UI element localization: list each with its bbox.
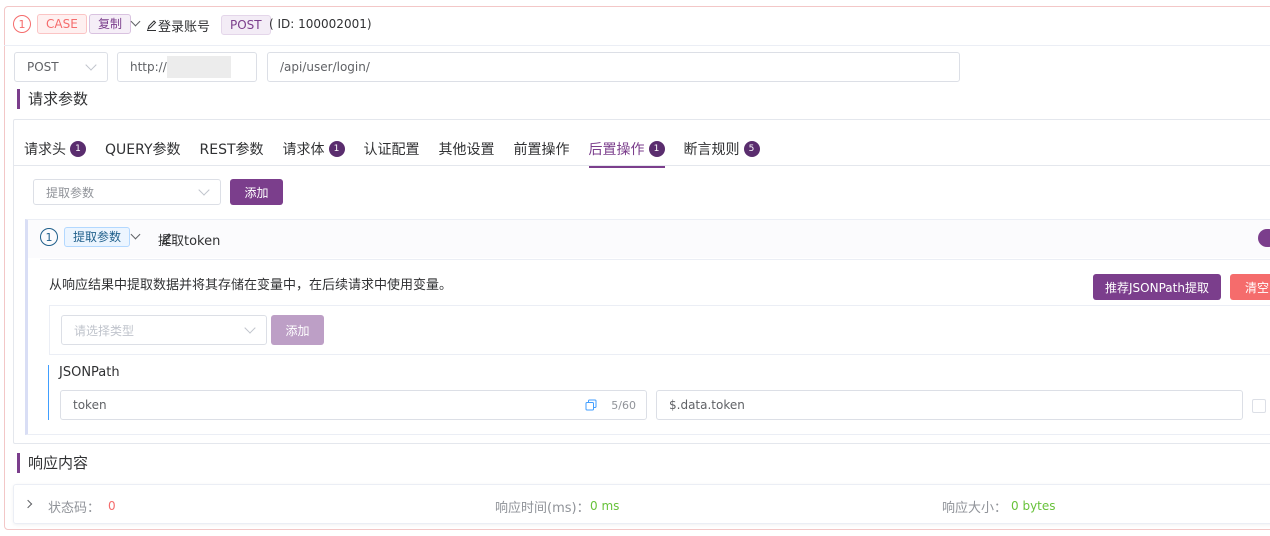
divider (40, 259, 1270, 260)
variable-name-value: token (73, 398, 107, 412)
add-extract-button[interactable]: 添加 (271, 315, 324, 345)
case-name[interactable]: 登录账号 (158, 16, 210, 35)
count-badge: 1 (648, 141, 665, 157)
tab-pre-ops[interactable]: 前置操作 (514, 139, 570, 159)
chevron-down-icon (198, 184, 210, 196)
response-summary[interactable] (13, 484, 1270, 524)
path-input[interactable]: /api/user/login/ (267, 52, 960, 82)
case-id: ( ID: 100002001) (269, 17, 372, 31)
params-section-title: 请求参数 (17, 89, 88, 109)
tab-post-ops[interactable]: 后置操作 1 (588, 139, 665, 168)
status-value: 0 (108, 499, 116, 513)
count-badge: 5 (743, 141, 760, 157)
post-op-type-select[interactable]: 提取参数 (33, 179, 221, 205)
chevron-down-icon (85, 59, 97, 71)
status-label: 状态码： (48, 501, 101, 516)
count-badge: 1 (328, 141, 345, 157)
copy-tag[interactable]: 复制 (89, 14, 132, 34)
method-select[interactable]: POST (14, 52, 108, 82)
case-index: 1 (13, 15, 31, 33)
edit-icon[interactable] (146, 19, 157, 31)
tab-headers[interactable]: 请求头 1 (24, 139, 86, 159)
response-section-title: 响应内容 (17, 453, 88, 473)
redacted-host (166, 56, 231, 78)
tabs-divider (14, 165, 1270, 166)
tab-other-settings[interactable]: 其他设置 (439, 139, 495, 159)
clear-button[interactable]: 清空 (1230, 274, 1270, 300)
copy-icon (585, 399, 597, 411)
extract-type-placeholder: 请选择类型 (74, 323, 135, 338)
jsonpath-expression-input[interactable]: $.data.token (656, 390, 1243, 420)
base-url-value: http:// (130, 60, 167, 74)
base-url-input[interactable]: http:// (117, 52, 257, 82)
size-value: 0 bytes (1011, 499, 1056, 513)
extract-description: 从响应结果中提取数据并将其存储在变量中，在后续请求中使用变量。 (49, 278, 453, 293)
tab-query[interactable]: QUERY参数 (105, 139, 181, 159)
count-badge: 1 (70, 141, 86, 157)
params-tabs: 请求头 1 QUERY参数 REST参数 请求体 1 认证配置 其他设置 前置操作 … (24, 139, 760, 168)
active-tab-indicator (588, 166, 665, 168)
tab-auth[interactable]: 认证配置 (364, 139, 420, 159)
extract-type-tag: 提取参数 (64, 227, 131, 247)
char-count: 5/60 (611, 398, 636, 412)
time-label: 响应时间(ms)： (495, 501, 590, 516)
method-value: POST (27, 60, 59, 74)
add-post-op-button[interactable]: 添加 (230, 179, 283, 205)
time-value: 0 ms (590, 499, 620, 513)
extract-name[interactable]: 提取token (158, 230, 220, 249)
tab-body[interactable]: 请求体 1 (283, 139, 345, 159)
jsonpath-marker (48, 365, 49, 420)
variable-name-input[interactable]: token 5/60 (60, 390, 647, 420)
extract-index: 1 (40, 228, 58, 246)
chevron-down-icon (244, 322, 256, 334)
extract-type-select[interactable]: 请选择类型 (61, 315, 267, 345)
row-checkbox[interactable] (1252, 399, 1266, 413)
method-tag: POST (221, 15, 271, 35)
jsonpath-suggest-button[interactable]: 推荐JSONPath提取 (1093, 274, 1221, 300)
jsonpath-expression-value: $.data.token (669, 398, 745, 412)
divider (4, 45, 1270, 46)
tab-rest[interactable]: REST参数 (200, 139, 264, 159)
jsonpath-label: JSONPath (59, 365, 120, 380)
post-op-type-value: 提取参数 (46, 185, 95, 200)
size-label: 响应大小： (942, 501, 1008, 516)
path-value: /api/user/login/ (280, 60, 370, 74)
case-tag: CASE (37, 14, 87, 34)
tab-assertions[interactable]: 断言规则 5 (684, 139, 760, 159)
toggle-switch[interactable] (1258, 229, 1270, 247)
